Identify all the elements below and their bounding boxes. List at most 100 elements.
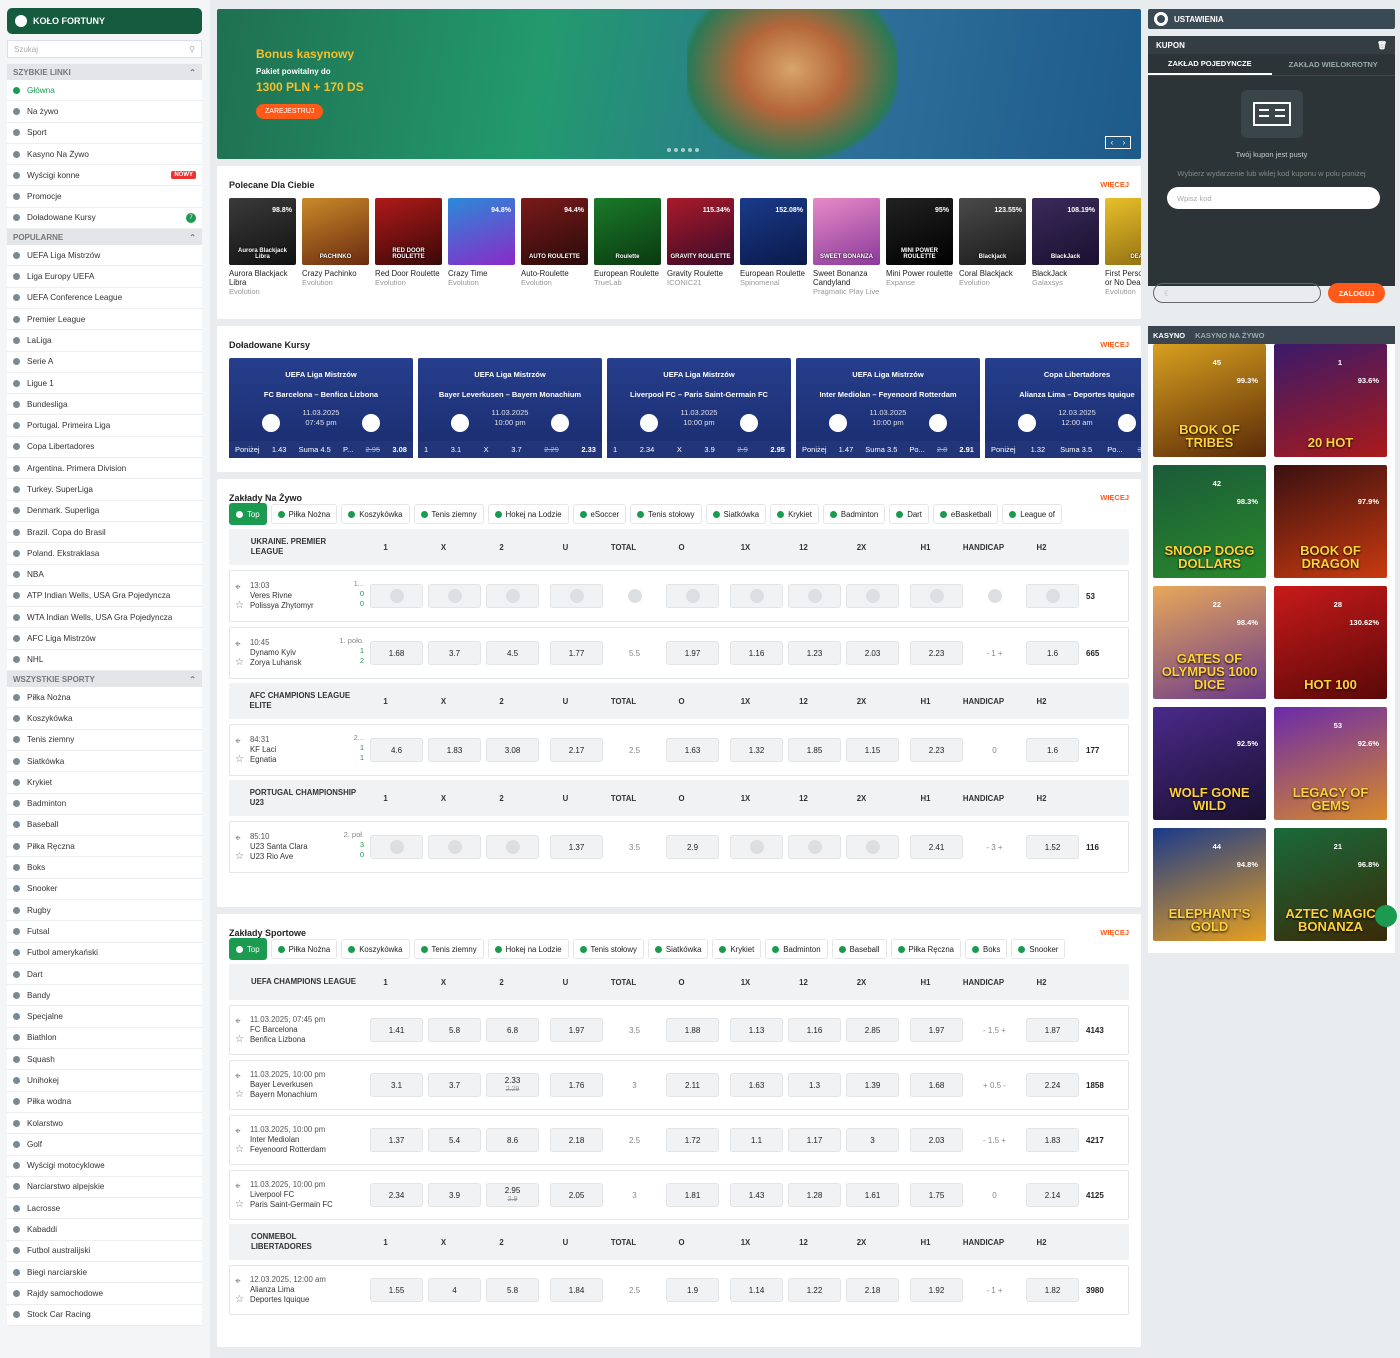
boost-old[interactable]: 2.8 xyxy=(937,445,947,454)
sidebar-item[interactable]: Krykiet xyxy=(7,772,202,794)
game-thumbnail[interactable]: 95% MINI POWER ROULETTE xyxy=(886,198,953,265)
sidebar-item[interactable]: Rajdy samochodowe xyxy=(7,1283,202,1305)
star-icon[interactable]: ☆ xyxy=(235,657,244,668)
game-card[interactable]: 94.8% Crazy Time Evolution xyxy=(448,198,515,316)
casino-game-tile[interactable]: 97.9% BOOK OF DRAGON xyxy=(1274,465,1387,578)
boosted-card[interactable]: UEFA Liga Mistrzów Bayer Leverkusen – Bay… xyxy=(418,358,602,458)
boost-o2[interactable]: 3.7 xyxy=(511,445,521,454)
odd-button[interactable]: 4 xyxy=(428,1278,481,1302)
odd-button[interactable]: 2.95 2.9 xyxy=(486,1183,539,1207)
more-markets-count[interactable]: 1858 xyxy=(1086,1081,1104,1090)
star-icon[interactable]: ☆ xyxy=(235,1199,244,1210)
odd-button[interactable]: 1.16 xyxy=(788,1018,841,1042)
odd-button[interactable] xyxy=(730,835,783,859)
odd-button[interactable]: 2.9 xyxy=(666,835,719,859)
sidebar-item[interactable]: Doładowane Kursy 7 xyxy=(7,208,202,230)
odd-button[interactable]: 2.14 xyxy=(1026,1183,1079,1207)
event-info[interactable]: ⌖ ☆ 85:10 U23 Santa Clara U23 Rio Ave 2. poł.… xyxy=(230,822,370,872)
more-markets-count[interactable]: 116 xyxy=(1086,843,1099,852)
boost-new[interactable]: 2.95 xyxy=(770,445,785,454)
sidebar-item[interactable]: Boks xyxy=(7,857,202,879)
sidebar-item[interactable]: Copa Libertadores xyxy=(7,437,202,459)
tab-sport[interactable]: Siatkówka xyxy=(705,504,767,524)
star-icon[interactable]: ☆ xyxy=(235,851,244,862)
game-card[interactable]: 94.4% AUTO ROULETTE Auto-Roulette Evolution xyxy=(521,198,588,316)
event-row[interactable]: ⌖ ☆ 85:10 U23 Santa Clara U23 Rio Ave 2. poł.… xyxy=(229,821,1129,873)
tab-sport[interactable]: Tenis stołowy xyxy=(572,939,644,959)
odd-button[interactable]: 1.43 xyxy=(730,1183,783,1207)
odd-button[interactable]: 8.6 xyxy=(486,1128,539,1152)
tab-sport[interactable]: Krykiet xyxy=(770,504,819,524)
sidebar-item[interactable]: Denmark. Superliga xyxy=(7,501,202,522)
boost-new[interactable]: 2.33 xyxy=(581,445,596,454)
sidebar-item[interactable]: Bandy xyxy=(7,985,202,1007)
odd-button[interactable]: 1.1 xyxy=(730,1128,783,1152)
odd-button[interactable]: 2.33 2.29 xyxy=(486,1073,539,1097)
section-quick-links[interactable]: SZYBKIE LINKI ⌃ xyxy=(7,64,202,80)
odd-button[interactable]: 1.17 xyxy=(788,1128,841,1152)
odd-button[interactable]: 1.97 xyxy=(666,641,719,665)
tab-sport[interactable]: Piłka Ręczna xyxy=(890,939,962,959)
sidebar-item[interactable]: ATP Indian Wells, USA Gra Pojedyncza xyxy=(7,586,202,608)
odd-button[interactable]: 1.39 xyxy=(846,1073,899,1097)
chevron-left-icon[interactable]: ‹ xyxy=(1111,138,1114,147)
tab-sport[interactable]: Krykiet xyxy=(712,939,762,959)
sidebar-item[interactable]: Kasyno Na Żywo xyxy=(7,144,202,166)
more-markets-count[interactable]: 3980 xyxy=(1086,1286,1104,1295)
game-card[interactable]: DEAL First Person Deal or No DealEvolutio… xyxy=(1105,198,1141,316)
sidebar-item[interactable]: Koszykówka xyxy=(7,708,202,730)
sidebar-item[interactable]: Snooker xyxy=(7,879,202,900)
odd-button[interactable]: 1.37 xyxy=(370,1128,423,1152)
odd-button[interactable]: 1.63 xyxy=(730,1073,783,1097)
pin-icon[interactable]: ⌖ xyxy=(235,833,244,844)
tab-sport[interactable]: Koszykówka xyxy=(341,504,410,524)
game-thumbnail[interactable]: SWEET BONANZA xyxy=(813,198,880,265)
odd-button[interactable]: 0 xyxy=(968,738,1021,762)
boost-old[interactable]: 3.3 xyxy=(1138,445,1141,454)
boost-market[interactable]: Poniżej xyxy=(991,445,1016,454)
boost-market[interactable]: Poniżej xyxy=(235,445,260,454)
odd-button[interactable]: 1.92 xyxy=(910,1278,963,1302)
odd-button[interactable]: 2.41 xyxy=(910,835,963,859)
odd-button[interactable]: 2.03 xyxy=(846,641,899,665)
odd-button[interactable]: 1.81 xyxy=(666,1183,719,1207)
game-card[interactable]: 115.34% GRAVITY ROULETTE Gravity Roulette I… xyxy=(667,198,734,316)
sidebar-item[interactable]: WTA Indian Wells, USA Gra Pojedyncza xyxy=(7,607,202,629)
game-thumbnail[interactable]: 152.08% xyxy=(740,198,807,265)
game-thumbnail[interactable]: 108.19% BlackJack xyxy=(1032,198,1099,265)
brand-logo[interactable]: KOŁO FORTUNY xyxy=(7,8,202,34)
live-more-link[interactable]: WIĘCEJ xyxy=(1100,493,1129,502)
tab-sport[interactable]: Badminton xyxy=(765,939,828,959)
odd-button[interactable]: 1.28 xyxy=(788,1183,841,1207)
more-markets-count[interactable]: 4125 xyxy=(1086,1191,1104,1200)
game-card[interactable]: RED DOOR ROULETTE Red Door Roulette Evolut… xyxy=(375,198,442,316)
sidebar-item[interactable]: Badminton xyxy=(7,794,202,815)
sidebar-item[interactable]: Specjalne xyxy=(7,1006,202,1028)
odd-button[interactable]: 1.61 xyxy=(846,1183,899,1207)
odd-button[interactable]: 2.11 xyxy=(666,1073,719,1097)
event-info[interactable]: ⌖ ☆ 11.03.2025, 10:00 pm Liverpool FC Paris … xyxy=(230,1171,370,1219)
sidebar-item[interactable]: Bundesliga xyxy=(7,394,202,416)
sidebar-item[interactable]: Narciarstwo alpejskie xyxy=(7,1177,202,1199)
odd-button[interactable] xyxy=(788,835,841,859)
odd-button[interactable]: 1.75 xyxy=(910,1183,963,1207)
tab-sport[interactable]: Tenis ziemny xyxy=(413,939,484,959)
odd-button[interactable]: 2.23 xyxy=(910,738,963,762)
event-info[interactable]: ⌖ ☆ 13:03 Veres Rivne Polissya Zhytomyr 1... 0… xyxy=(230,571,370,621)
odd-button[interactable]: 1.88 xyxy=(666,1018,719,1042)
more-markets-count[interactable]: 53 xyxy=(1086,592,1095,601)
odd-button[interactable]: 5.8 xyxy=(428,1018,481,1042)
sidebar-item[interactable]: Ligue 1 xyxy=(7,373,202,395)
event-row[interactable]: ⌖ ☆ 11.03.2025, 10:00 pm Inter Mediolan Feye… xyxy=(229,1115,1129,1165)
tab-sport[interactable]: League of xyxy=(1002,504,1062,524)
odd-button[interactable]: 4.5 xyxy=(486,641,539,665)
tab-sport[interactable]: Top xyxy=(229,503,267,525)
odd-button[interactable]: 1.37 xyxy=(550,835,603,859)
boosted-card[interactable]: UEFA Liga Mistrzów FC Barcelona – Benfica… xyxy=(229,358,413,458)
tab-sport[interactable]: Tenis stołowy xyxy=(630,504,702,524)
odd-button[interactable]: 6.8 xyxy=(486,1018,539,1042)
odd-button[interactable]: 1.87 xyxy=(1026,1018,1079,1042)
pin-icon[interactable]: ⌖ xyxy=(235,582,244,593)
odd-button[interactable]: 1.76 xyxy=(550,1073,603,1097)
register-button[interactable]: ZAREJESTRUJ xyxy=(256,104,324,119)
